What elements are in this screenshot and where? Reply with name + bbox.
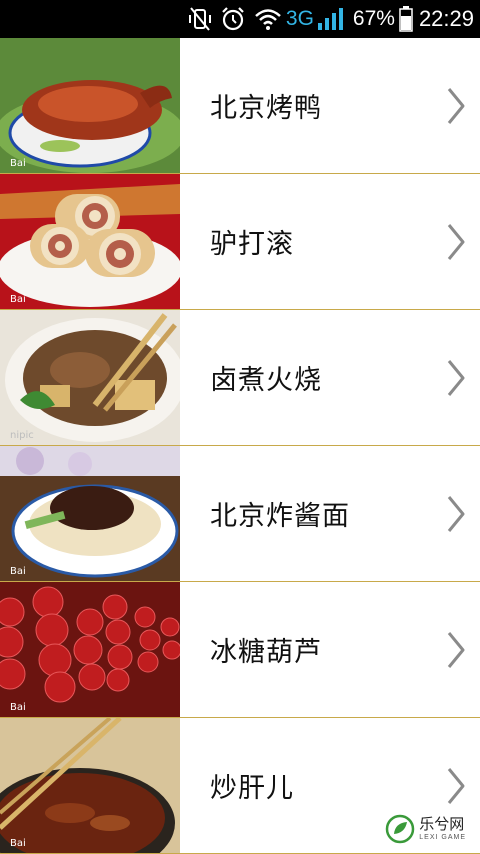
signal-icon	[317, 7, 343, 31]
chevron-right-icon	[447, 223, 465, 260]
item-label: 北京炸酱面	[210, 501, 350, 532]
list-item-zhajiangmian[interactable]: Bai 北京炸酱面	[0, 446, 480, 582]
clock: 22:29	[418, 6, 474, 31]
svg-text:nipic: nipic	[10, 430, 34, 441]
braised-stew-image: nipic	[0, 310, 180, 445]
roast-duck-image: Bai	[0, 38, 180, 173]
network-type: 3G	[285, 7, 314, 30]
list-item-peking-duck[interactable]: Bai 北京烤鸭	[0, 38, 480, 174]
watermark-name: 乐兮网	[419, 815, 465, 833]
status-bar: 3G 67% 22:29	[0, 0, 480, 38]
alarm-icon	[220, 6, 246, 32]
food-list: Bai 北京烤鸭 Bai 驴打滚 nipic 卤煮火烧 Bai 北京炸酱面 Ba…	[0, 38, 480, 854]
candied-haws-image: Bai	[0, 582, 180, 717]
item-label: 北京烤鸭	[210, 93, 322, 124]
leaf-logo-icon	[386, 814, 415, 844]
svg-text:Bai: Bai	[10, 838, 26, 849]
list-item-bingtang-hulu[interactable]: Bai 冰糖葫芦	[0, 582, 480, 718]
svg-text:Bai: Bai	[10, 566, 26, 577]
svg-text:Bai: Bai	[10, 294, 26, 305]
svg-text:Bai: Bai	[10, 158, 26, 169]
vibrate-icon	[188, 6, 212, 32]
watermark-subtitle: LEXI GAME	[419, 834, 466, 841]
item-label: 冰糖葫芦	[210, 637, 322, 668]
chevron-right-icon	[447, 767, 465, 804]
noodles-image: Bai	[0, 446, 180, 581]
chevron-right-icon	[447, 495, 465, 532]
list-item-luzhu-huoshao[interactable]: nipic 卤煮火烧	[0, 310, 480, 446]
battery-icon	[399, 6, 413, 32]
chevron-right-icon	[447, 631, 465, 668]
rolled-pastry-image: Bai	[0, 174, 180, 309]
item-label: 卤煮火烧	[210, 365, 322, 396]
item-label: 炒肝儿	[210, 773, 294, 804]
watermark-logo: 乐兮网 LEXI GAME	[383, 812, 472, 846]
svg-text:Bai: Bai	[10, 702, 26, 713]
wifi-icon	[254, 7, 282, 31]
battery-percent: 67%	[352, 7, 395, 30]
list-item-ludagun[interactable]: Bai 驴打滚	[0, 174, 480, 310]
chevron-right-icon	[447, 359, 465, 396]
chevron-right-icon	[447, 87, 465, 124]
item-label: 驴打滚	[210, 229, 294, 260]
liver-stew-image: Bai	[0, 718, 180, 853]
